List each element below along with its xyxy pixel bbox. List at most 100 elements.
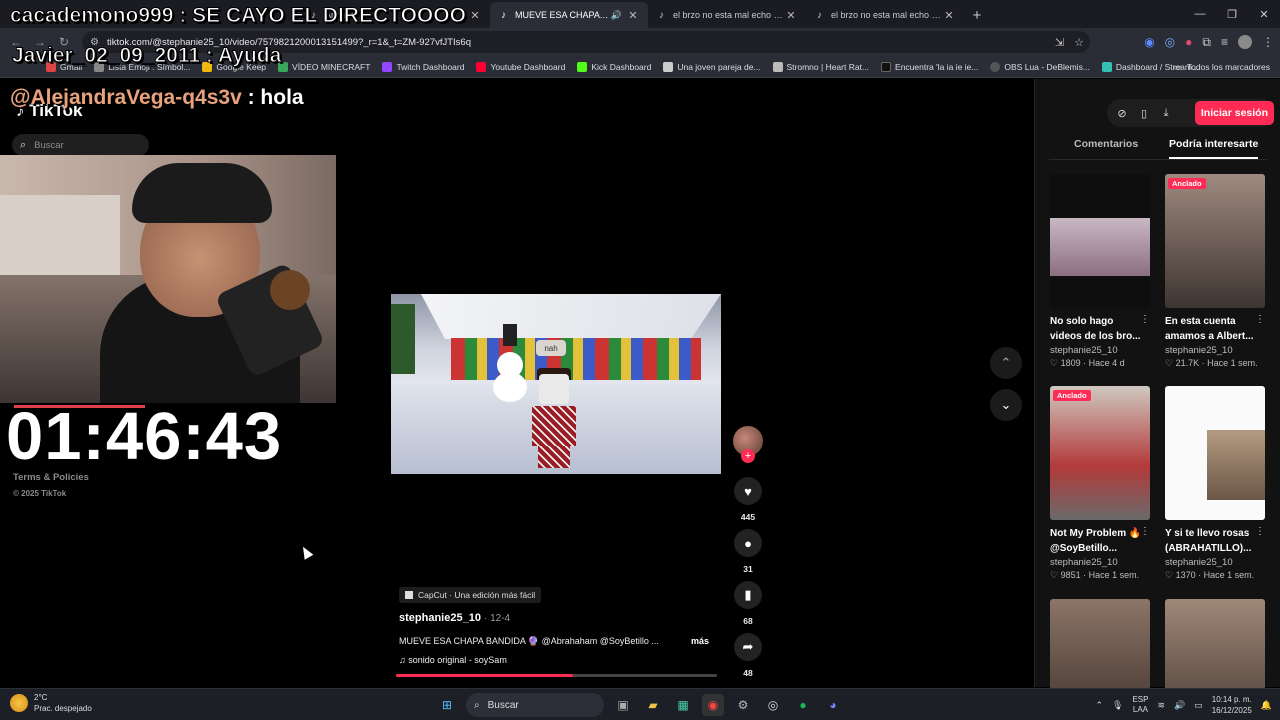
card-meta: ♡ 1370 · Hace 1 sem. bbox=[1165, 570, 1255, 580]
tab-comments[interactable]: Comentarios bbox=[1074, 138, 1138, 150]
extension-icon[interactable]: ● bbox=[1185, 35, 1192, 49]
overlay-alert-title: cacademono999 : SE CAYO EL DIRECTOOOO bbox=[10, 4, 467, 28]
settings-icon[interactable]: ⚙ bbox=[732, 694, 754, 716]
coin-icon[interactable]: ⊘ bbox=[1111, 99, 1133, 127]
search-input[interactable]: ⌕ Buscar bbox=[12, 134, 149, 156]
heart-icon: ♡ bbox=[1165, 570, 1176, 580]
close-icon[interactable]: ✕ bbox=[468, 9, 482, 22]
install-icon[interactable]: ⇲ bbox=[1055, 36, 1064, 49]
device-icon[interactable]: ▯ bbox=[1133, 99, 1155, 127]
video-player[interactable]: nah bbox=[391, 294, 721, 474]
tab-4[interactable]: ♪ el brzo no esta mal echo es la s ✕ bbox=[806, 2, 964, 28]
extension-icon[interactable]: ◉ bbox=[1144, 35, 1154, 49]
video-card[interactable]: ⋮ Y si te llevo rosas (ABRAHATILLO)... s… bbox=[1165, 386, 1265, 581]
bookmark-item[interactable]: Una joven pareja de... bbox=[663, 61, 761, 72]
bookmark-item[interactable]: Encuentra 'la ia ie ie... bbox=[881, 61, 978, 72]
minimize-icon[interactable]: — bbox=[1184, 0, 1216, 28]
card-thumbnail[interactable] bbox=[1050, 174, 1150, 308]
spotify-icon[interactable]: ● bbox=[792, 694, 814, 716]
card-user[interactable]: stephanie25_10 bbox=[1050, 557, 1150, 568]
new-tab-button[interactable]: + bbox=[964, 2, 990, 28]
puzzle-icon[interactable]: ⧉ bbox=[1202, 35, 1211, 50]
thumb-image bbox=[1050, 218, 1150, 276]
task-view-icon[interactable]: ▣ bbox=[612, 694, 634, 716]
obs-icon[interactable]: ◎ bbox=[762, 694, 784, 716]
tab-recommended[interactable]: Podría interesarte bbox=[1169, 138, 1259, 159]
weather-text: Prac. despejado bbox=[34, 704, 92, 713]
more-options-icon[interactable]: ⋮ bbox=[1255, 314, 1265, 325]
battery-icon[interactable]: ▭ bbox=[1194, 700, 1203, 711]
video-card[interactable]: Anclado ⋮ Not My Problem 🔥 @SoyBetillo..… bbox=[1050, 386, 1150, 581]
discord-icon[interactable]: ◕ bbox=[822, 694, 844, 716]
bookmark-item[interactable]: Youtube Dashboard bbox=[476, 61, 566, 72]
star-icon[interactable]: ☆ bbox=[1074, 36, 1084, 49]
wifi-icon[interactable]: ≋ bbox=[1157, 700, 1165, 711]
clock-date: 16/12/2025 bbox=[1211, 706, 1252, 715]
capcut-icon bbox=[405, 591, 413, 599]
notification-bell-icon[interactable]: 🔔 bbox=[1261, 700, 1272, 711]
card-user[interactable]: stephanie25_10 bbox=[1165, 557, 1265, 568]
room-shelf bbox=[0, 195, 120, 275]
share-button[interactable]: ➦ 48 bbox=[733, 633, 763, 678]
save-button[interactable]: ▮ 68 bbox=[733, 581, 763, 626]
taskbar-search[interactable]: ⌕ Buscar bbox=[466, 693, 604, 717]
author-info[interactable]: stephanie25_10 · 12-4 bbox=[399, 612, 510, 624]
bookmark-item[interactable]: Stromno | Heart Rat... bbox=[772, 61, 869, 72]
bookmark-item[interactable]: OBS Lua - DeBlemis... bbox=[990, 61, 1090, 72]
microphone-icon[interactable]: 🎙 bbox=[1112, 700, 1123, 711]
like-button[interactable]: ♥ 445 bbox=[733, 477, 763, 522]
card-thumbnail[interactable] bbox=[1165, 386, 1265, 520]
weather-widget[interactable]: 2°C Prac. despejado bbox=[10, 692, 92, 714]
video-card[interactable]: Anclado ⋮ En esta cuenta amamos a Albert… bbox=[1165, 174, 1265, 369]
bookmark-item[interactable]: VÍDEO MINECRAFT bbox=[278, 61, 370, 72]
close-icon[interactable]: ✕ bbox=[626, 9, 640, 22]
capcut-badge[interactable]: CapCut · Una edición más fácil bbox=[399, 587, 542, 603]
more-link[interactable]: más bbox=[691, 636, 709, 646]
close-icon[interactable]: ✕ bbox=[784, 9, 798, 22]
tiktok-icon bbox=[881, 61, 892, 72]
windows-start-icon[interactable]: ⊞ bbox=[436, 694, 458, 716]
more-options-icon[interactable]: ⋮ bbox=[1140, 314, 1150, 325]
chevron-up-icon[interactable]: ⌃ bbox=[990, 347, 1022, 379]
close-window-icon[interactable]: ✕ bbox=[1248, 0, 1280, 28]
maximize-icon[interactable]: ❐ bbox=[1216, 0, 1248, 28]
chevron-down-icon[interactable]: ⌄ bbox=[990, 389, 1022, 421]
all-bookmarks[interactable]: ▭ Todos los marcadores bbox=[1174, 56, 1270, 78]
comment-button[interactable]: ● 31 bbox=[733, 529, 763, 574]
folder-icon: ▭ bbox=[1173, 61, 1182, 72]
video-card[interactable]: ⋮ No solo hago videos de los bro... step… bbox=[1050, 174, 1150, 369]
download-icon[interactable]: ⤓ bbox=[1155, 99, 1177, 127]
language-indicator[interactable]: ESP LAA bbox=[1132, 695, 1148, 715]
card-user[interactable]: stephanie25_10 bbox=[1050, 345, 1150, 356]
clock[interactable]: 10:14 p. m. 16/12/2025 bbox=[1212, 694, 1252, 716]
sound-link[interactable]: ♫ sonido original - soySam bbox=[399, 655, 507, 665]
extension-icon[interactable]: ◎ bbox=[1165, 35, 1175, 49]
speaker-icon[interactable]: 🔊 bbox=[611, 10, 622, 21]
tiktok-icon: ♪ bbox=[659, 9, 664, 21]
media-icon[interactable]: ≡ bbox=[1221, 35, 1228, 49]
bookmark-label: Youtube Dashboard bbox=[490, 61, 566, 72]
card-thumbnail[interactable]: Anclado bbox=[1165, 174, 1265, 308]
copyright: © 2025 TikTok bbox=[13, 489, 67, 498]
chrome-icon[interactable]: ◉ bbox=[702, 694, 724, 716]
close-icon[interactable]: ✕ bbox=[942, 9, 956, 22]
video-progress-bar[interactable] bbox=[396, 674, 717, 677]
bookmark-label: OBS Lua - DeBlemis... bbox=[1004, 61, 1090, 72]
login-button[interactable]: Iniciar sesión bbox=[1194, 101, 1274, 125]
store-icon[interactable]: ▦ bbox=[672, 694, 694, 716]
bookmark-item[interactable]: Kick Dashboard bbox=[577, 61, 651, 72]
card-user[interactable]: stephanie25_10 bbox=[1165, 345, 1265, 356]
profile-avatar[interactable] bbox=[1238, 35, 1252, 49]
more-options-icon[interactable]: ⋮ bbox=[1140, 526, 1150, 537]
bookmark-item[interactable]: Twitch Dashboard bbox=[382, 61, 464, 72]
more-options-icon[interactable]: ⋮ bbox=[1255, 526, 1265, 537]
tab-3[interactable]: ♪ el brzo no esta mal echo es la s ✕ bbox=[648, 2, 806, 28]
card-thumbnail[interactable]: Anclado bbox=[1050, 386, 1150, 520]
file-explorer-icon[interactable]: ▰ bbox=[642, 694, 664, 716]
menu-icon[interactable]: ⋮ bbox=[1262, 35, 1274, 49]
chevron-up-icon[interactable]: ⌃ bbox=[1095, 700, 1103, 711]
follow-plus-icon[interactable]: + bbox=[741, 449, 755, 463]
author-name[interactable]: stephanie25_10 bbox=[399, 612, 481, 624]
tab-2[interactable]: ♪ MUEVE ESA CHAPA BANDIDA 🔊 ✕ bbox=[490, 2, 648, 28]
volume-icon[interactable]: 🔊 bbox=[1174, 700, 1185, 711]
